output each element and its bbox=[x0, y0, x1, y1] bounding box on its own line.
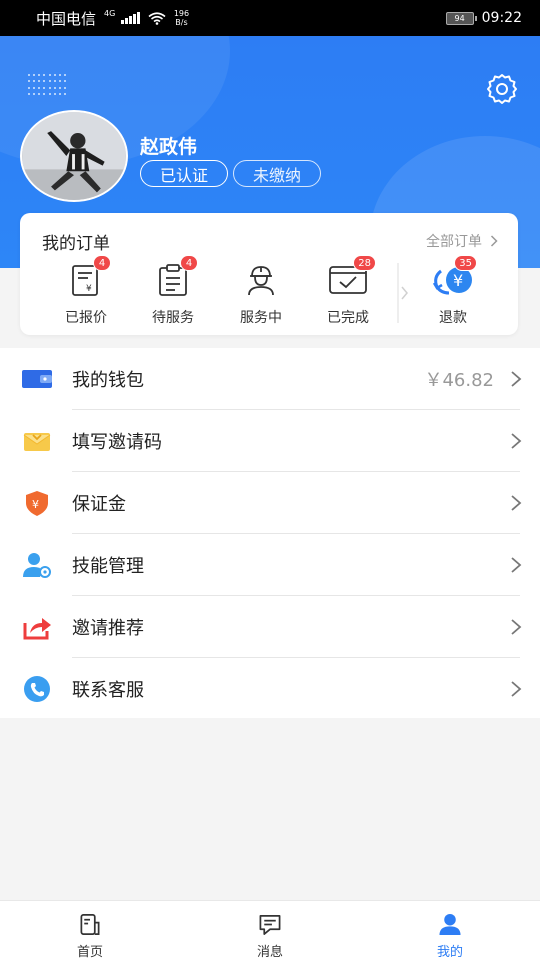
order-status-in-service[interactable]: 服务中 bbox=[221, 263, 301, 327]
order-status-label: 已报价 bbox=[65, 310, 107, 326]
order-status-completed[interactable]: 28 已完成 bbox=[308, 255, 388, 327]
chevron-right-icon bbox=[511, 371, 522, 387]
wallet-icon bbox=[22, 370, 52, 388]
chevron-right-icon bbox=[511, 619, 522, 635]
user-name: 赵政伟 bbox=[140, 136, 198, 158]
svg-text:¥: ¥ bbox=[453, 271, 463, 290]
order-status-quoted[interactable]: ¥ 4 已报价 bbox=[46, 255, 126, 327]
verified-badge[interactable]: 已认证 bbox=[140, 160, 228, 187]
share-recommend-icon bbox=[23, 618, 51, 640]
scroll-hint-chevron-icon bbox=[397, 263, 408, 323]
status-bar: 中国电信 4G 196 B/s 94 09:22 bbox=[0, 0, 540, 36]
skill-management-icon bbox=[23, 553, 51, 578]
svg-text:¥: ¥ bbox=[32, 498, 39, 511]
wallet-balance: ￥46.82 bbox=[424, 370, 494, 391]
menu-item-share-recommend[interactable]: 邀请推荐 bbox=[0, 596, 540, 658]
order-count-badge: 35 bbox=[454, 255, 477, 271]
order-status-pending[interactable]: 4 待服务 bbox=[133, 255, 213, 327]
order-count-badge: 28 bbox=[353, 255, 376, 271]
carrier-info: 中国电信 4G bbox=[36, 8, 140, 29]
orders-title: 我的订单 bbox=[42, 234, 110, 254]
nav-label: 消息 bbox=[256, 945, 283, 960]
message-icon bbox=[259, 915, 281, 935]
menu-item-label: 填写邀请码 bbox=[72, 432, 162, 453]
customer-service-phone-icon bbox=[24, 676, 50, 702]
order-count-badge: 4 bbox=[180, 255, 198, 271]
menu-item-label: 我的钱包 bbox=[72, 370, 144, 391]
nav-label: 我的 bbox=[436, 945, 463, 960]
wifi-icon bbox=[148, 11, 166, 25]
menu-item-label: 保证金 bbox=[72, 494, 126, 515]
menu-item-label: 联系客服 bbox=[72, 680, 144, 701]
speed-value: 196 bbox=[173, 9, 190, 18]
bottom-navigation: 首页 消息 我的 bbox=[0, 900, 540, 960]
chevron-right-icon bbox=[490, 235, 498, 247]
order-status-label: 已完成 bbox=[327, 310, 369, 326]
signal-icon bbox=[121, 12, 140, 24]
invite-code-envelope-icon bbox=[23, 433, 51, 451]
settings-menu-list: 我的钱包 ￥46.82 填写邀请码 ¥ 保证金 技能管理 邀请推荐 联系客服 bbox=[0, 348, 540, 718]
chevron-right-icon bbox=[511, 433, 522, 449]
battery-level: 94 bbox=[454, 13, 465, 23]
deposit-unpaid-badge[interactable]: 未缴纳 bbox=[233, 160, 321, 187]
order-count-badge: 4 bbox=[93, 255, 111, 271]
my-orders-card: 我的订单 全部订单 ¥ 4 已报价 4 待服务 服务中 28 已完成 ¥ 35 … bbox=[20, 213, 518, 335]
chevron-right-icon bbox=[511, 495, 522, 511]
profile-icon bbox=[439, 913, 461, 936]
menu-item-label: 技能管理 bbox=[72, 556, 144, 577]
nav-tab-profile[interactable]: 我的 bbox=[360, 901, 540, 960]
order-status-label: 待服务 bbox=[152, 310, 194, 326]
avatar-photo bbox=[22, 112, 126, 200]
clock: 09:22 bbox=[481, 10, 522, 26]
network-type: 4G bbox=[104, 8, 116, 18]
menu-item-wallet[interactable]: 我的钱包 ￥46.82 bbox=[0, 348, 540, 410]
chevron-right-icon bbox=[511, 681, 522, 697]
all-orders-label: 全部订单 bbox=[426, 234, 482, 250]
network-speed: 196 B/s bbox=[174, 9, 189, 27]
menu-item-label: 邀请推荐 bbox=[72, 618, 144, 639]
carrier-name: 中国电信 bbox=[36, 9, 97, 28]
chevron-right-icon bbox=[511, 557, 522, 573]
home-icon bbox=[80, 914, 100, 935]
menu-item-customer-service[interactable]: 联系客服 bbox=[0, 658, 540, 720]
battery-icon: 94 bbox=[445, 11, 477, 25]
settings-gear-icon[interactable] bbox=[486, 72, 518, 104]
menu-item-skill-management[interactable]: 技能管理 bbox=[0, 534, 540, 596]
dots-grid-icon[interactable] bbox=[28, 74, 66, 96]
menu-item-deposit[interactable]: ¥ 保证金 bbox=[0, 472, 540, 534]
menu-item-invite-code[interactable]: 填写邀请码 bbox=[0, 410, 540, 472]
svg-text:¥: ¥ bbox=[86, 284, 92, 294]
deposit-shield-icon: ¥ bbox=[26, 491, 48, 516]
order-status-label: 退款 bbox=[439, 310, 467, 326]
order-status-label: 服务中 bbox=[240, 310, 282, 326]
all-orders-link[interactable]: 全部订单 bbox=[426, 231, 498, 251]
nav-label: 首页 bbox=[76, 945, 103, 960]
nav-tab-messages[interactable]: 消息 bbox=[180, 901, 360, 960]
avatar[interactable] bbox=[20, 110, 128, 202]
speed-unit: B/s bbox=[175, 18, 188, 27]
order-status-refund[interactable]: ¥ 35 退款 bbox=[413, 255, 493, 327]
nav-tab-home[interactable]: 首页 bbox=[0, 901, 180, 960]
in-service-worker-icon bbox=[248, 266, 274, 296]
